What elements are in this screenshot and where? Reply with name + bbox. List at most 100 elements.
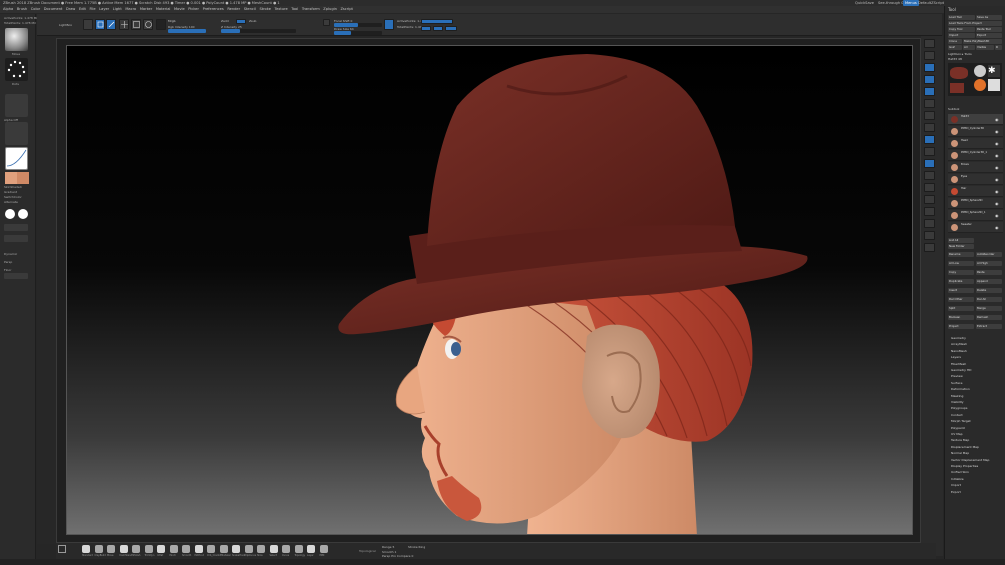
hat-tool-thumbnail[interactable] xyxy=(950,67,968,79)
section-polypaint[interactable]: Polypaint xyxy=(951,426,965,430)
edit-button[interactable] xyxy=(95,19,105,30)
star-tool-thumbnail[interactable]: ✱ xyxy=(988,65,1000,77)
menu-light[interactable]: Light xyxy=(113,7,122,11)
material-thumbnail[interactable] xyxy=(5,147,28,170)
floor-label[interactable]: Floor xyxy=(4,268,11,272)
section-contact[interactable]: Contact xyxy=(951,413,963,417)
shelf-button-l-sym[interactable] xyxy=(924,147,935,156)
secondary-color-swatch[interactable] xyxy=(17,172,29,184)
projection-master-button[interactable] xyxy=(83,19,93,30)
document-viewport[interactable] xyxy=(66,45,913,535)
subtool-op-append[interactable]: Append xyxy=(976,279,1002,284)
subtool-row[interactable]: Hat33 ◉ xyxy=(948,114,1003,125)
subtool-op-copy[interactable]: Copy xyxy=(948,270,974,275)
paste-tool-button[interactable]: Paste Tool xyxy=(976,27,1002,32)
persp-label[interactable]: Persp xyxy=(4,260,12,264)
subtool-op-paste[interactable]: Paste xyxy=(976,270,1002,275)
subtool-row[interactable]: Brows ◉ xyxy=(948,162,1003,173)
menu-draw[interactable]: Draw xyxy=(66,7,75,11)
sdiv-button[interactable] xyxy=(421,19,453,24)
brush-slice-icon[interactable] xyxy=(257,545,265,553)
local-button[interactable] xyxy=(4,273,28,279)
alternate-label[interactable]: Alternate xyxy=(4,200,18,204)
visibility-eye-icon[interactable]: ◉ xyxy=(995,201,999,206)
section-geometry-hd[interactable]: Geometry HD xyxy=(951,368,971,372)
subtool-op-insert[interactable]: Insert xyxy=(948,288,974,293)
shelf-button-local[interactable] xyxy=(924,135,935,144)
shelf-button-xpose[interactable] xyxy=(924,243,935,252)
zadd-button[interactable]: Zadd xyxy=(221,19,229,23)
subtool-op-project[interactable]: Project xyxy=(948,324,974,329)
section-masking[interactable]: Masking xyxy=(951,394,963,398)
zsub-button[interactable]: Zsub xyxy=(249,19,256,23)
menu-layer[interactable]: Layer xyxy=(99,7,109,11)
scale-button[interactable] xyxy=(131,19,141,30)
switchcolor-label[interactable]: SwitchColor xyxy=(4,195,22,199)
menu-stencil[interactable]: Stencil xyxy=(244,7,256,11)
menu-render[interactable]: Render xyxy=(227,7,240,11)
shelf-button-actual[interactable] xyxy=(924,87,935,96)
shelf-button-scale[interactable] xyxy=(924,183,935,192)
brush-standard-icon[interactable] xyxy=(82,545,90,553)
shelf-button-aahalf[interactable] xyxy=(924,99,935,108)
brush-move-icon[interactable] xyxy=(107,545,115,553)
load-tool-button[interactable]: Load Tool xyxy=(948,15,975,20)
subtool-op-split[interactable]: Split xyxy=(948,306,974,311)
brush-select-icon[interactable] xyxy=(269,545,278,553)
shelf-button-spix-3[interactable] xyxy=(924,51,935,60)
brush-zmodeler-icon[interactable] xyxy=(219,545,228,553)
section-layers[interactable]: Layers xyxy=(951,355,961,359)
subtool-op-duplicate[interactable]: Duplicate xyxy=(948,279,974,284)
brush-imm-icon[interactable] xyxy=(319,545,328,553)
shelf-button-frame[interactable] xyxy=(924,159,935,168)
matcap-button[interactable] xyxy=(4,235,28,242)
brush-inflat-icon[interactable] xyxy=(157,545,165,553)
alpha-thumbnail[interactable] xyxy=(5,94,28,117)
section-arraymesh[interactable]: ArrayMesh xyxy=(951,342,967,346)
subtool-row[interactable]: Hair ◉ xyxy=(948,186,1003,197)
section-initialize[interactable]: Initialize xyxy=(951,477,964,481)
tool-thumbnails[interactable]: ✱ xyxy=(948,63,1002,96)
menu-document[interactable]: Document xyxy=(44,7,63,11)
list-all-button[interactable]: List All xyxy=(948,238,974,243)
section-deformation[interactable]: Deformation xyxy=(951,387,970,391)
section-visibility[interactable]: Visibility xyxy=(951,400,964,404)
menu-file[interactable]: File xyxy=(90,7,96,11)
menu-tool[interactable]: Tool xyxy=(291,7,298,11)
import-button[interactable]: Import xyxy=(948,33,975,38)
menu-brush[interactable]: Brush xyxy=(17,7,27,11)
z-intensity-slider[interactable] xyxy=(221,29,296,33)
subtool-op-rename[interactable]: Rename xyxy=(948,252,974,257)
subtool-op-del-other[interactable]: Del Other xyxy=(948,297,974,302)
section-fibermesh[interactable]: FiberMesh xyxy=(951,362,966,366)
visibility-eye-icon[interactable]: ◉ xyxy=(995,141,999,146)
tool-header[interactable]: Tool xyxy=(948,7,956,12)
menu-color[interactable]: Color xyxy=(31,7,40,11)
new-folder-button[interactable]: New Folder xyxy=(948,244,974,249)
subtool-op-delete[interactable]: Delete xyxy=(976,288,1002,293)
r-button[interactable]: R xyxy=(995,45,1002,50)
section-uv-map[interactable]: UV Map xyxy=(951,432,963,436)
save-as-button[interactable]: Save As xyxy=(976,15,1002,20)
zadd-toggle[interactable] xyxy=(236,19,246,24)
subtool-row[interactable]: Eyes ◉ xyxy=(948,174,1003,185)
sphere-tool-thumbnail[interactable] xyxy=(974,65,986,77)
visibility-eye-icon[interactable]: ◉ xyxy=(995,165,999,170)
draw-button[interactable] xyxy=(106,19,116,30)
dynamic-size-button[interactable] xyxy=(384,19,394,30)
goz-button[interactable]: GoZ xyxy=(948,45,962,50)
brush-curve-icon[interactable] xyxy=(282,545,290,553)
visibility-eye-icon[interactable]: ◉ xyxy=(995,117,999,122)
draw-size-slider[interactable] xyxy=(334,31,382,35)
subtool-row[interactable]: PM3D_Cylinder3D ◉ xyxy=(948,126,1003,137)
shelf-button-move[interactable] xyxy=(924,171,935,180)
load-tools-project-button[interactable]: Load Tools From Project xyxy=(948,21,1002,26)
visibility-eye-icon[interactable]: ◉ xyxy=(995,189,999,194)
section-display-properties[interactable]: Display Properties xyxy=(951,464,978,468)
shelf-button-persp[interactable] xyxy=(924,111,935,120)
brush-topology-icon[interactable] xyxy=(294,545,303,553)
brush-thumbnail[interactable] xyxy=(5,28,28,51)
selection-box-icon[interactable] xyxy=(58,545,66,553)
visibility-eye-icon[interactable]: ◉ xyxy=(995,153,999,158)
subtool-op-merge[interactable]: Merge xyxy=(976,306,1002,311)
